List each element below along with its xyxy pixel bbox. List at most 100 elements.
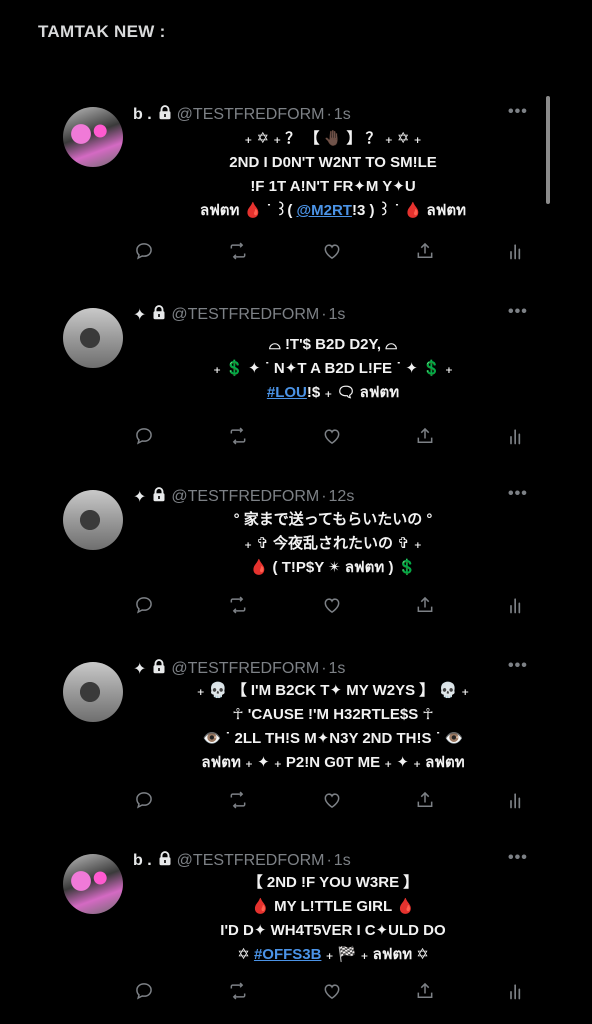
avatar[interactable] <box>63 490 123 550</box>
tweet-text: ₊ ✞ 今夜乱されたいの ✞ ₊ <box>244 535 422 552</box>
share-icon[interactable] <box>415 981 435 1001</box>
tweet-text: 👁️ ˙ 2LL TH!S M✦N3Y 2ND TH!S ˙ 👁️ <box>202 730 464 747</box>
user-handle[interactable]: @TESTFREDFORM <box>177 852 325 870</box>
tweet-body: ° 家まで送ってもらいたいの ° ₊ ✞ 今夜乱されたいの ✞ ₊ 🩸 ( T!P$… <box>133 508 533 580</box>
tweet-line: ⌓ !T'$ B2D D2Y, ⌓ <box>133 333 533 357</box>
user-handle[interactable]: @TESTFREDFORM <box>171 488 319 506</box>
user-handle[interactable]: @TESTFREDFORM <box>171 660 319 678</box>
share-icon[interactable] <box>415 595 435 615</box>
display-name[interactable]: ✦ <box>133 659 146 679</box>
heart-icon[interactable] <box>322 595 342 615</box>
retweet-icon[interactable] <box>227 790 249 810</box>
more-icon[interactable]: ••• <box>508 103 528 121</box>
tweet-text: ลฟตท 🩸 ˙ ꒱( <box>200 202 297 219</box>
views-icon[interactable] <box>508 595 524 615</box>
tweet-text: !3 ) ꒱ ˙ 🩸 ลฟตท <box>351 202 466 219</box>
separator-dot: · <box>321 306 327 323</box>
timestamp[interactable]: 12s <box>329 488 355 506</box>
user-handle[interactable]: @TESTFREDFORM <box>171 306 319 324</box>
tweet-line: ☥ 'CAUSE !'M H32RTLE$S ☥ <box>133 703 533 727</box>
avatar[interactable] <box>63 662 123 722</box>
views-icon[interactable] <box>508 790 524 810</box>
more-icon[interactable]: ••• <box>508 657 528 675</box>
timestamp[interactable]: 1s <box>329 660 346 678</box>
retweet-icon[interactable] <box>227 241 249 261</box>
reply-icon[interactable] <box>134 790 154 810</box>
avatar[interactable] <box>63 854 123 914</box>
tweet-line: !F 1T A!N'T FR✦M Y✦U <box>133 175 533 199</box>
tweet-actions <box>134 790 524 810</box>
more-icon[interactable]: ••• <box>508 485 528 503</box>
tweet-header: ✦ @TESTFREDFORM · 1s <box>133 305 345 325</box>
timestamp[interactable]: 1s <box>334 106 351 124</box>
reply-icon[interactable] <box>134 241 154 261</box>
tweet-header: ✦ @TESTFREDFORM · 12s <box>133 487 354 507</box>
lock-icon <box>158 851 172 871</box>
tweet-line: 2ND I D0N'T W2NT TO SM!LE <box>133 151 533 175</box>
tweet-line: ₊ ✡︎ ₊ ？ 【 🤚🏿 】 ？ ₊ ✡︎ ₊ <box>133 127 533 151</box>
lock-icon <box>158 105 172 125</box>
share-icon[interactable] <box>415 790 435 810</box>
views-icon[interactable] <box>508 981 524 1001</box>
separator-dot: · <box>326 106 332 123</box>
reply-icon[interactable] <box>134 981 154 1001</box>
views-icon[interactable] <box>508 426 524 446</box>
tweet-header: b . @TESTFREDFORM · 1s <box>133 851 351 871</box>
avatar[interactable] <box>63 107 123 167</box>
tweet-text: I'D D✦ WH4T5VER I C✦ULD DO <box>220 922 446 939</box>
page-title: TAMTAK NEW : <box>38 22 166 41</box>
tweet-body: ₊ 💀 【 I'M B2CK T✦ MY W2YS 】 💀 ₊ ☥ 'CAUSE … <box>133 679 533 775</box>
tweet-header: ✦ @TESTFREDFORM · 1s <box>133 659 345 679</box>
separator-dot: · <box>326 852 332 869</box>
tweet-line: ลฟตท 🩸 ˙ ꒱( @M2RT!3 ) ꒱ ˙ 🩸 ลฟตท <box>133 199 533 223</box>
user-handle[interactable]: @TESTFREDFORM <box>177 106 325 124</box>
reply-icon[interactable] <box>134 426 154 446</box>
tweet-body: ⌓ !T'$ B2D D2Y, ⌓ ₊ 💲 ✦ ˙ N✦T A B2D L!FE … <box>133 333 533 405</box>
tweet-body: ₊ ✡︎ ₊ ？ 【 🤚🏿 】 ？ ₊ ✡︎ ₊ 2ND I D0N'T W2NT… <box>133 127 533 223</box>
tweet-text: ₊ 💲 ✦ ˙ N✦T A B2D L!FE ˙ ✦ 💲 ₊ <box>213 360 453 377</box>
tweet-link[interactable]: #LOU <box>267 384 307 401</box>
tweet-line: ลฟตท ₊ ✦ ₊ P2!N G0T ME ₊ ✦ ₊ ลฟตท <box>133 751 533 775</box>
display-name[interactable]: b . <box>133 852 152 870</box>
heart-icon[interactable] <box>322 241 342 261</box>
tweet-text: ☥ 'CAUSE !'M H32RTLE$S ☥ <box>232 706 434 723</box>
tweet-text: ✡︎ <box>237 946 254 963</box>
retweet-icon[interactable] <box>227 595 249 615</box>
lock-icon <box>152 305 166 325</box>
share-icon[interactable] <box>415 426 435 446</box>
display-name[interactable]: b . <box>133 106 152 124</box>
tweet-line: ₊ 💀 【 I'M B2CK T✦ MY W2YS 】 💀 ₊ <box>133 679 533 703</box>
timestamp[interactable]: 1s <box>329 306 346 324</box>
tweet-line: 🩸 ( T!P$Y ✴ ลฟตท ) 💲 <box>133 556 533 580</box>
retweet-icon[interactable] <box>227 426 249 446</box>
tweet-text: 🩸 MY L!TTLE GIRL 🩸 <box>251 898 415 915</box>
tweet-text: ° 家まで送ってもらいたいの ° <box>233 511 433 528</box>
display-name[interactable]: ✦ <box>133 305 146 325</box>
timestamp[interactable]: 1s <box>334 852 351 870</box>
tweet-actions <box>134 595 524 615</box>
tweet-link[interactable]: @M2RT <box>297 202 352 219</box>
views-icon[interactable] <box>508 241 524 261</box>
heart-icon[interactable] <box>322 790 342 810</box>
tweet-actions <box>134 426 524 446</box>
retweet-icon[interactable] <box>227 981 249 1001</box>
separator-dot: · <box>321 488 327 505</box>
tweet-line: ₊ 💲 ✦ ˙ N✦T A B2D L!FE ˙ ✦ 💲 ₊ <box>133 357 533 381</box>
reply-icon[interactable] <box>134 595 154 615</box>
tweet-text: 【 2ND !F YOU W3RE 】 <box>247 874 419 891</box>
share-icon[interactable] <box>415 241 435 261</box>
tweet-line: 【 2ND !F YOU W3RE 】 <box>133 871 533 895</box>
lock-icon <box>152 487 166 507</box>
scrollbar[interactable] <box>546 96 550 204</box>
tweet-text: 2ND I D0N'T W2NT TO SM!LE <box>229 154 437 171</box>
avatar[interactable] <box>63 308 123 368</box>
tweet-text: ลฟตท ₊ ✦ ₊ P2!N G0T ME ₊ ✦ ₊ ลฟตท <box>201 754 465 771</box>
tweet-actions <box>134 241 524 261</box>
tweet-actions <box>134 981 524 1001</box>
display-name[interactable]: ✦ <box>133 487 146 507</box>
tweet-link[interactable]: #OFFS3B <box>254 946 322 963</box>
heart-icon[interactable] <box>322 426 342 446</box>
heart-icon[interactable] <box>322 981 342 1001</box>
more-icon[interactable]: ••• <box>508 849 528 867</box>
more-icon[interactable]: ••• <box>508 303 528 321</box>
